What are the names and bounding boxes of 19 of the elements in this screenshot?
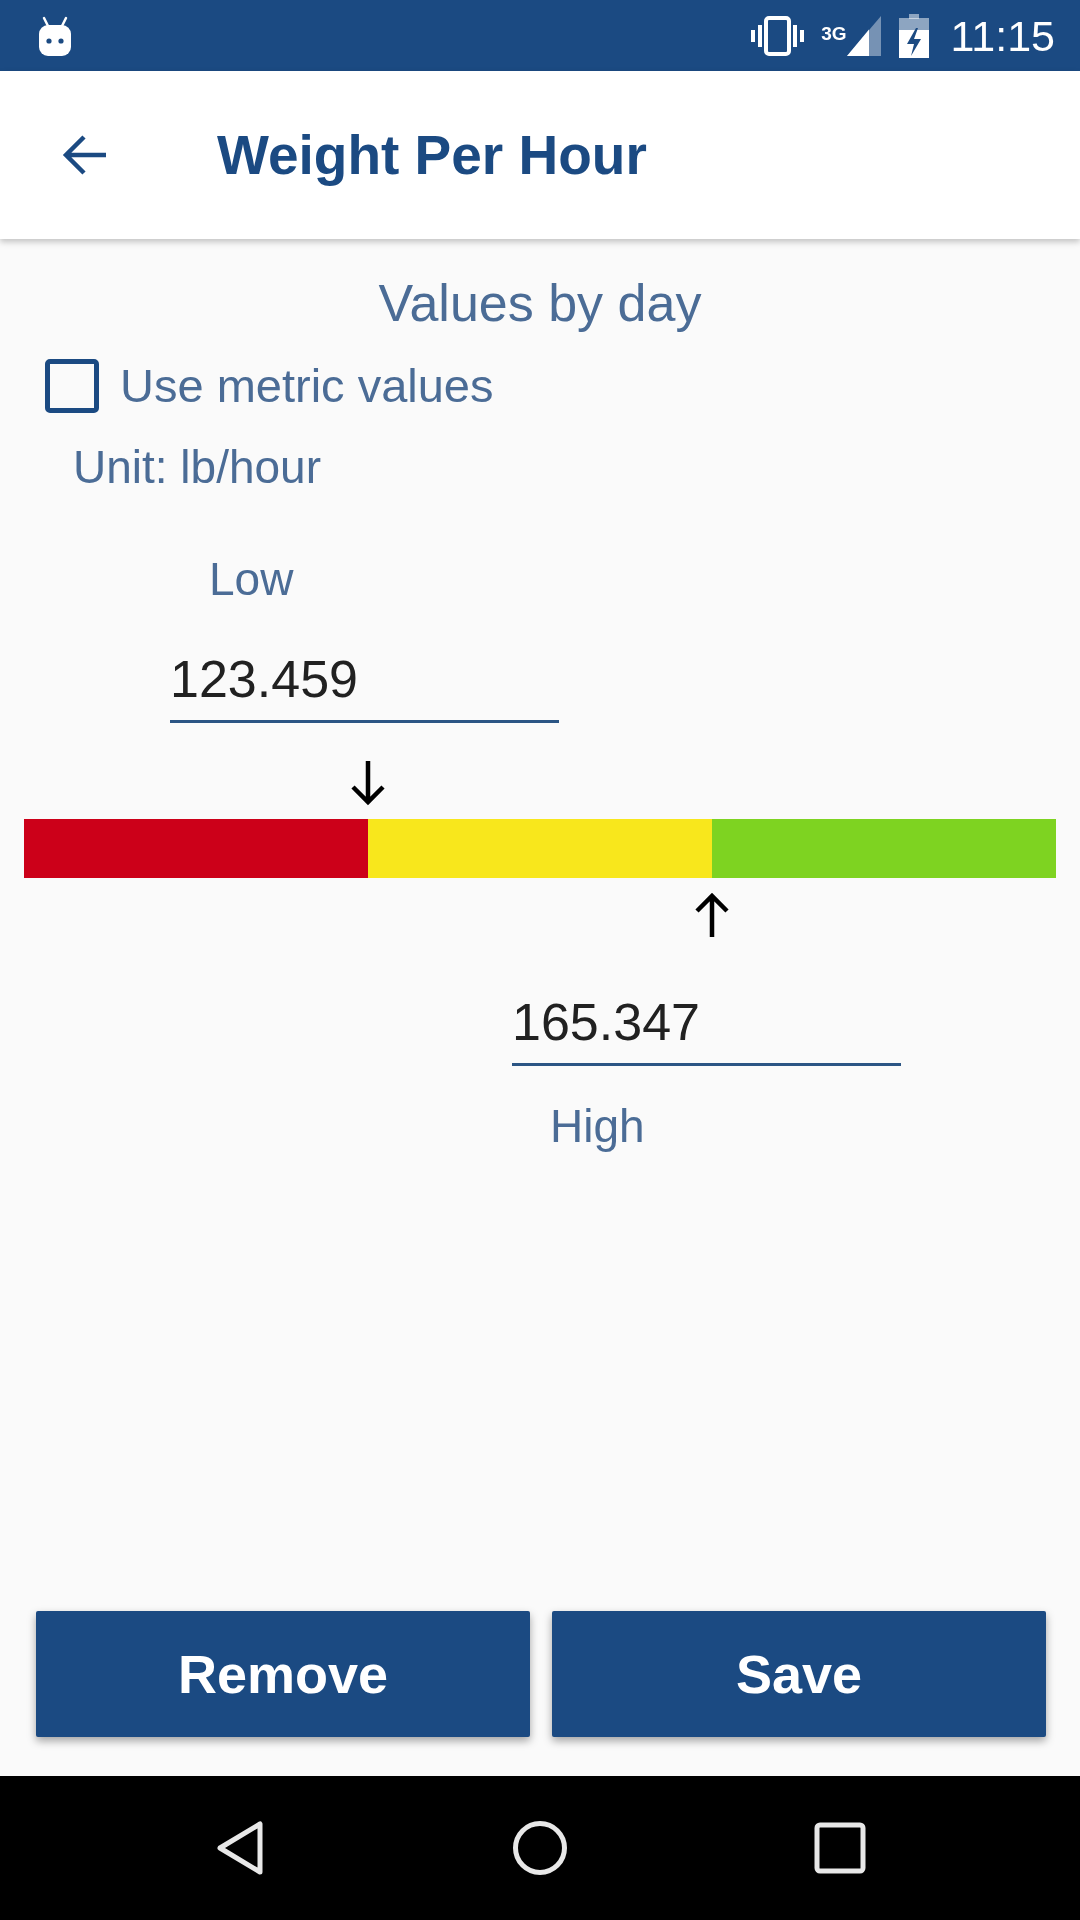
save-button[interactable]: Save [552, 1611, 1046, 1737]
checkbox-label[interactable]: Use metric values [120, 359, 494, 413]
home-icon[interactable] [512, 1820, 568, 1876]
high-value-field[interactable]: 165.347 [512, 992, 901, 1066]
network-type-label: 3G [821, 23, 847, 44]
section-heading: Values by day [378, 273, 702, 333]
high-label: High [550, 1099, 645, 1153]
unit-text: Unit: lb/hour [73, 440, 321, 494]
remove-button[interactable]: Remove [36, 1611, 530, 1737]
checkbox[interactable] [45, 359, 99, 413]
signal-icon [846, 15, 881, 56]
vibrate-icon [750, 15, 806, 56]
screen-title: Weight Per Hour [217, 124, 647, 186]
recent-apps-icon[interactable] [812, 1820, 868, 1876]
status-time: 11:15 [950, 10, 1055, 61]
battery-charging-icon [898, 13, 929, 58]
low-label: Low [209, 552, 294, 606]
range-slider[interactable] [24, 759, 1056, 939]
low-value-field[interactable]: 123.459 [170, 649, 559, 723]
